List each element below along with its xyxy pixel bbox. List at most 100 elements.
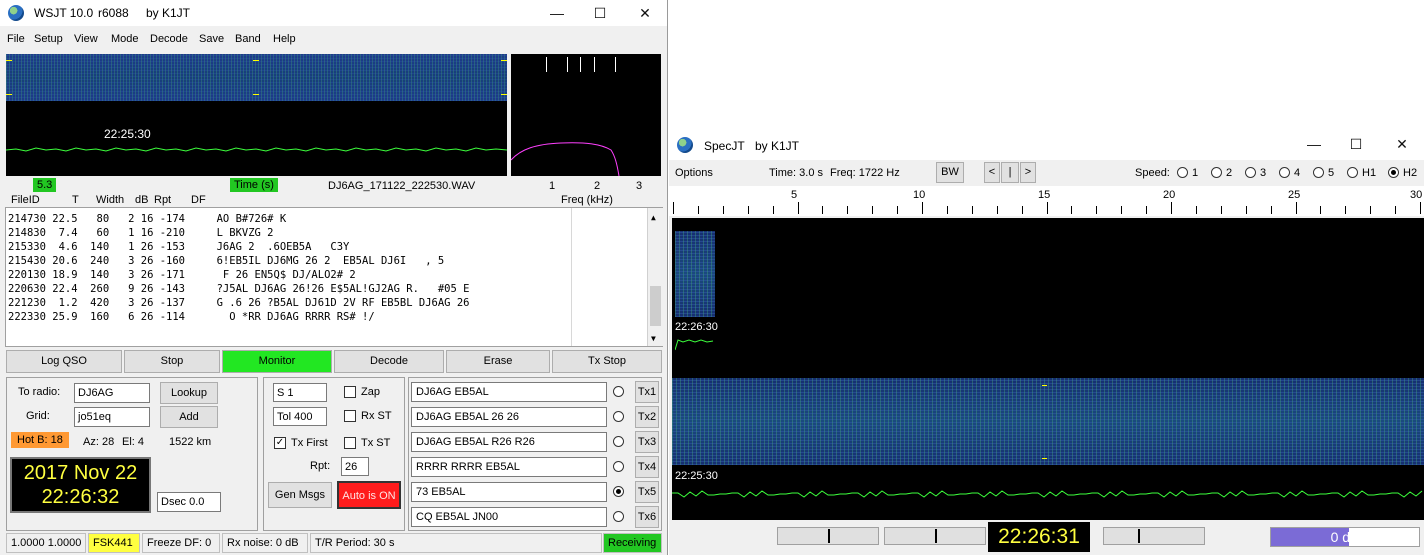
message-3-radio[interactable] (613, 436, 624, 447)
close-icon[interactable]: ✕ (1387, 134, 1417, 154)
message-2-input[interactable]: DJ6AG EB5AL 26 26 (411, 407, 607, 427)
close-icon[interactable]: ✕ (630, 3, 660, 23)
s-field[interactable]: S 1 (273, 383, 327, 402)
freq-info: Freq: 1722 Hz (830, 167, 900, 179)
slider-2[interactable] (884, 527, 986, 545)
specjt-title: SpecJT (704, 139, 745, 153)
level-indicator: 5.3 (33, 178, 57, 192)
tx4-button[interactable]: Tx4 (635, 456, 659, 478)
to-radio-input[interactable]: DJ6AG (74, 383, 150, 403)
zap-checkbox[interactable] (344, 386, 356, 398)
menu-mode[interactable]: Mode (111, 33, 139, 45)
stop-button[interactable]: Stop (124, 350, 220, 373)
scale-label-5: 5 (791, 189, 798, 201)
dsec-field[interactable]: Dsec 0.0 (157, 492, 221, 512)
tx-first-checkbox[interactable]: ✓ (274, 437, 286, 449)
message-4-input[interactable]: RRRR RRRR EB5AL (411, 457, 607, 477)
nav-left-button[interactable]: < (984, 162, 1000, 183)
list-item: 214730 22.5 80 2 16 -174 AO B#726# K (8, 213, 287, 225)
date-display: 2017 Nov 22 (23, 462, 138, 484)
speed-3-label: 3 (1260, 167, 1267, 179)
log-qso-button[interactable]: Log QSO (6, 350, 122, 373)
status-rx-noise: Rx noise: 0 dB (222, 533, 308, 553)
scroll-up-icon[interactable]: ▲ (651, 211, 656, 225)
menu-help[interactable]: Help (273, 33, 296, 45)
grid-input[interactable]: jo51eq (74, 407, 150, 427)
scale-label-30: 30 (1410, 189, 1423, 201)
auto-button[interactable]: Auto is ON (337, 481, 401, 509)
message-1-radio[interactable] (613, 386, 624, 397)
slider-3[interactable] (1103, 527, 1205, 545)
specjt-titlebar[interactable]: SpecJT by K1JT — ☐ ✕ (669, 128, 1424, 160)
tx-stop-button[interactable]: Tx Stop (552, 350, 662, 373)
message-1-input[interactable]: DJ6AG EB5AL (411, 382, 607, 402)
options-menu[interactable]: Options (675, 167, 713, 179)
spectrogram-time-upper: 22:26:30 (675, 321, 718, 333)
main-waterfall-panel[interactable]: 22:25:30 (6, 54, 507, 176)
elevation: El: 4 (122, 436, 145, 448)
menu-view[interactable]: View (74, 33, 98, 45)
speed-3-radio[interactable] (1245, 167, 1256, 178)
freq-axis-label: Freq (kHz) (561, 194, 613, 206)
maximize-icon[interactable]: ☐ (1341, 134, 1371, 154)
message-5-input[interactable]: 73 EB5AL (411, 482, 607, 502)
tx-st-checkbox[interactable] (344, 437, 356, 449)
spectrogram-time-lower: 22:25:30 (675, 470, 718, 482)
date-clock-display: 2017 Nov 22 22:26:32 (10, 457, 151, 513)
decode-button[interactable]: Decode (334, 350, 444, 373)
menu-decode[interactable]: Decode (150, 33, 188, 45)
maximize-icon[interactable]: ☐ (585, 3, 615, 23)
bw-button[interactable]: BW (936, 162, 964, 183)
minimize-icon[interactable]: — (1299, 134, 1329, 154)
speed-2-radio[interactable] (1211, 167, 1222, 178)
tx3-button[interactable]: Tx3 (635, 431, 659, 453)
tol-field[interactable]: Tol 400 (273, 407, 327, 426)
spectrogram-panel[interactable]: 22:26:30 22:25:30 (672, 218, 1424, 520)
tx1-button[interactable]: Tx1 (635, 381, 659, 403)
menu-save[interactable]: Save (199, 33, 224, 45)
tx5-button[interactable]: Tx5 (635, 481, 659, 503)
wsjt-titlebar[interactable]: WSJT 10.0 r6088 by K1JT — ☐ ✕ (0, 0, 667, 26)
erase-button[interactable]: Erase (446, 350, 550, 373)
spec-clock-display: 22:26:31 (988, 522, 1090, 552)
status-mode: FSK441 (88, 533, 140, 553)
header-width: Width (96, 194, 125, 206)
message-5-radio[interactable] (613, 486, 624, 497)
scroll-thumb[interactable] (650, 286, 661, 326)
app-title: WSJT 10.0 (34, 6, 94, 20)
tx2-button[interactable]: Tx2 (635, 406, 659, 428)
speed-4-radio[interactable] (1279, 167, 1290, 178)
rx-st-checkbox[interactable] (344, 410, 356, 422)
nav-right-button[interactable]: > (1020, 162, 1036, 183)
message-6-input[interactable]: CQ EB5AL JN00 (411, 507, 607, 527)
message-4-radio[interactable] (613, 461, 624, 472)
list-item: 214830 7.4 60 1 16 -210 L BKVZG 2 (8, 227, 274, 239)
rpt-input[interactable]: 26 (341, 457, 369, 476)
message-3-input[interactable]: DJ6AG EB5AL R26 R26 (411, 432, 607, 452)
monitor-button[interactable]: Monitor (222, 350, 332, 373)
decoded-text-area[interactable]: 214730 22.5 80 2 16 -174 AO B#726# K 214… (5, 207, 663, 347)
add-button[interactable]: Add (160, 406, 218, 428)
spectrum-panel[interactable] (511, 54, 661, 176)
minimize-icon[interactable]: — (542, 3, 572, 23)
tx6-button[interactable]: Tx6 (635, 506, 659, 528)
gen-msgs-button[interactable]: Gen Msgs (268, 482, 332, 508)
freq-tick-3: 3 (636, 180, 643, 192)
menu-setup[interactable]: Setup (34, 33, 63, 45)
scroll-down-icon[interactable]: ▼ (651, 332, 656, 346)
speed-4-label: 4 (1294, 167, 1301, 179)
speed-1-radio[interactable] (1177, 167, 1188, 178)
speed-h1-radio[interactable] (1347, 167, 1358, 178)
message-2-radio[interactable] (613, 411, 624, 422)
lookup-button[interactable]: Lookup (160, 382, 218, 404)
nav-mid-button[interactable]: | (1001, 162, 1019, 183)
speed-5-radio[interactable] (1313, 167, 1324, 178)
vertical-scrollbar[interactable]: ▲ ▼ (647, 208, 663, 346)
slider-1[interactable] (777, 527, 879, 545)
menu-file[interactable]: File (7, 33, 25, 45)
specjt-author: by K1JT (755, 139, 800, 153)
spectrum-curve (511, 142, 620, 176)
message-6-radio[interactable] (613, 511, 624, 522)
menu-band[interactable]: Band (235, 33, 261, 45)
speed-h2-radio[interactable] (1388, 167, 1399, 178)
